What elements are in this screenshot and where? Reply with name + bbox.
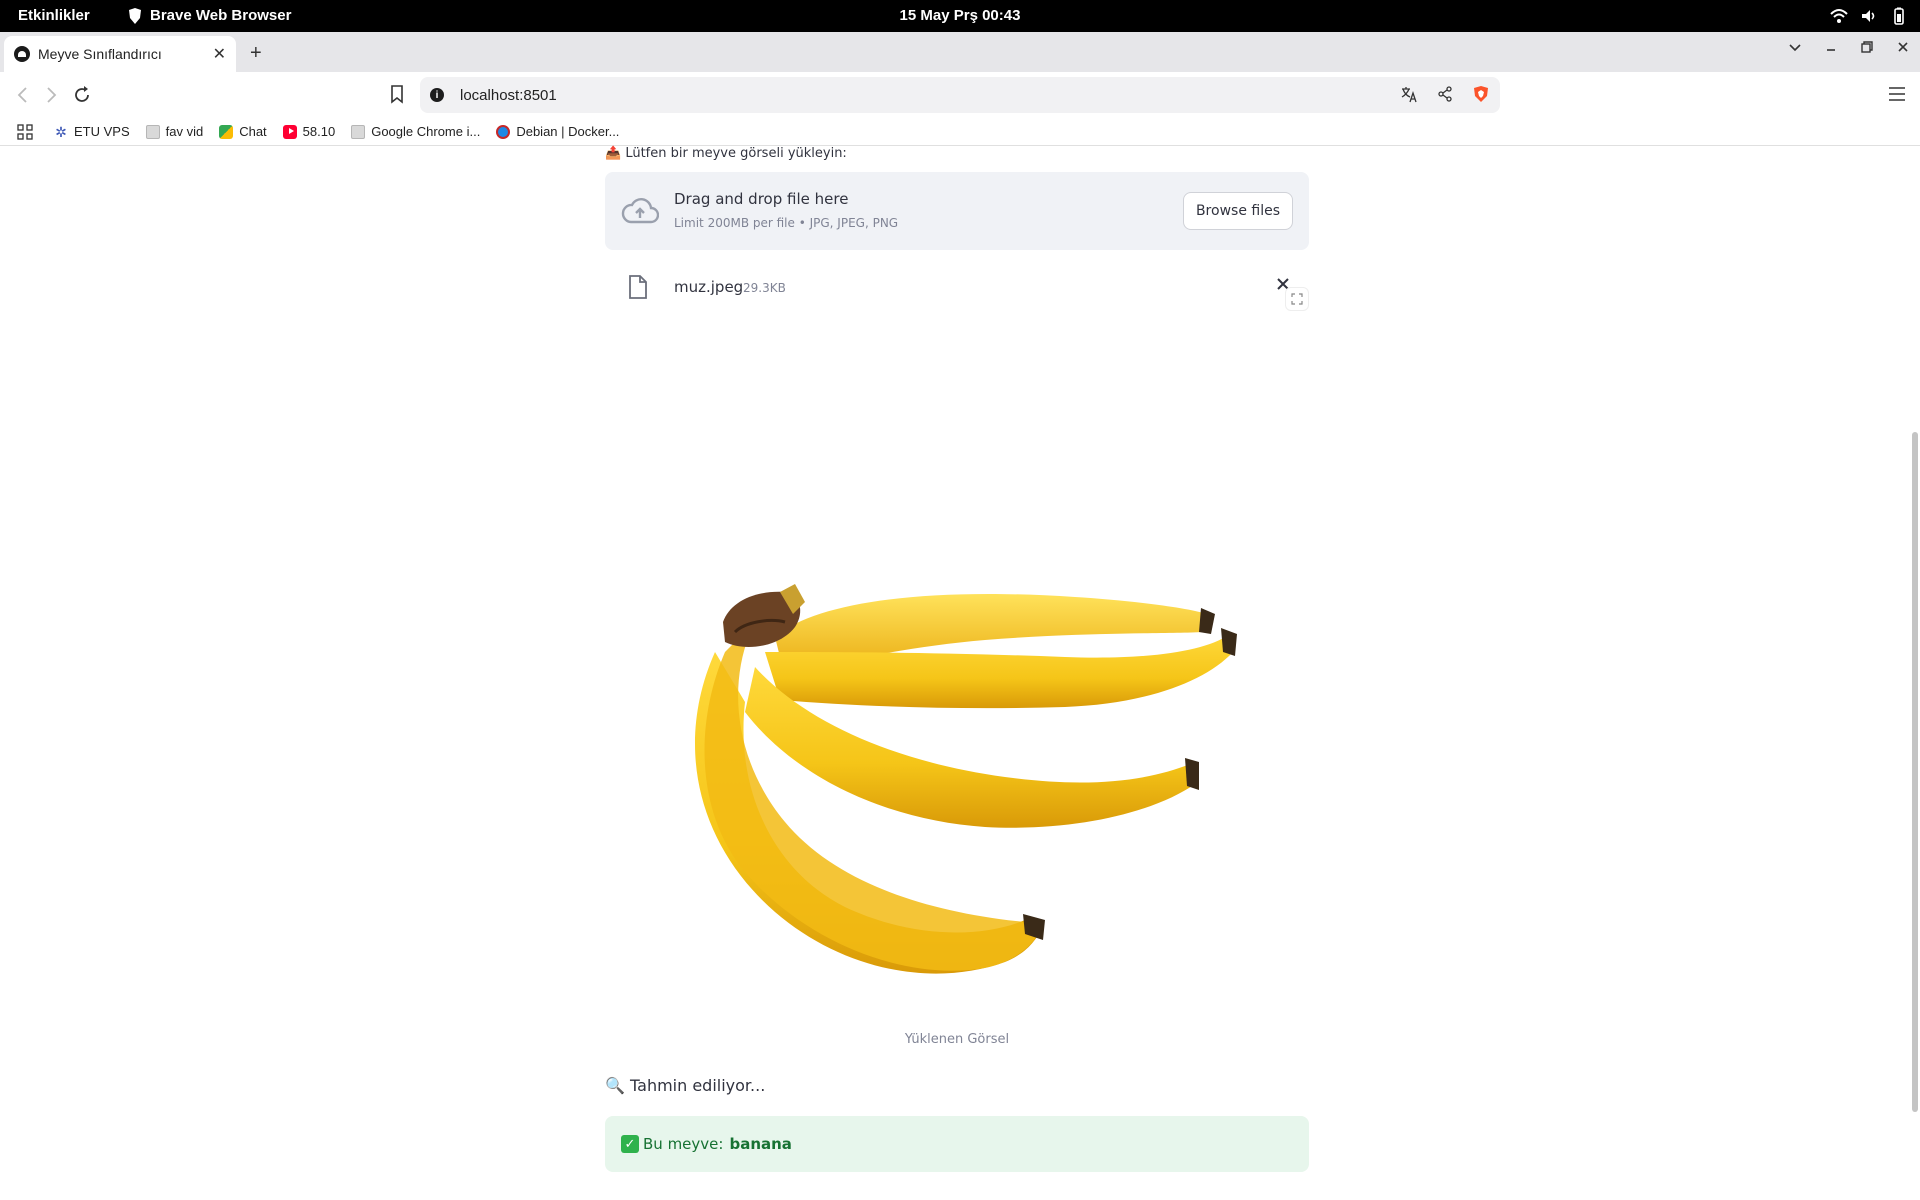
tab-meyve-siniflandirici[interactable]: Meyve Sınıflandırıcı ✕ [4, 36, 236, 72]
youtube-icon [282, 124, 297, 139]
system-top-bar: Etkinlikler Brave Web Browser 15 May Prş… [0, 0, 1920, 32]
success-alert: ✓ Bu meyve: banana [605, 1116, 1309, 1172]
check-mark-icon: ✓ [621, 1135, 639, 1153]
uploader-label: 📤 Lütfen bir meyve görseli yükleyin: [605, 146, 847, 161]
hamburger-menu-icon[interactable] [1888, 86, 1906, 102]
system-tray[interactable] [1830, 7, 1908, 25]
tab-search-chevron-icon[interactable] [1788, 40, 1802, 54]
file-dropzone[interactable]: Drag and drop file here Limit 200MB per … [605, 172, 1309, 250]
etu-icon: ✲ [55, 123, 67, 140]
tab-strip: Meyve Sınıflandırıcı ✕ + [0, 32, 1920, 72]
browse-files-button[interactable]: Browse files [1182, 192, 1293, 230]
prediction-status: 🔍 Tahmin ediliyor... [605, 1076, 766, 1095]
file-icon [629, 275, 647, 299]
file-size: 29.3KB [743, 281, 786, 295]
result-prefix: Bu meyve: [643, 1135, 724, 1153]
bookmark-label: Google Chrome i... [371, 124, 481, 139]
bookmark-google-chrome-folder[interactable]: Google Chrome i... [351, 124, 480, 139]
apps-grid-icon[interactable] [16, 123, 34, 141]
close-window-icon[interactable] [1896, 40, 1910, 54]
window-controls [1788, 40, 1910, 54]
reload-icon[interactable] [71, 84, 93, 106]
restore-icon[interactable] [1860, 40, 1874, 54]
bookmark-debian-docker[interactable]: Debian | Docker... [496, 124, 619, 139]
expand-icon [1291, 293, 1303, 305]
streamlit-favicon-icon [14, 46, 30, 62]
bookmark-icon[interactable] [388, 84, 406, 104]
bookmark-label: fav vid [165, 124, 204, 139]
cloud-upload-icon [621, 198, 659, 224]
wifi-icon [1830, 9, 1848, 23]
brave-shields-icon[interactable] [1472, 85, 1490, 103]
battery-icon [1894, 7, 1904, 25]
folder-icon [351, 124, 366, 139]
address-bar-tools [1400, 85, 1490, 103]
page-scrollbar[interactable] [1908, 146, 1920, 1200]
file-name: muz.jpeg [674, 278, 744, 296]
dropzone-limit: Limit 200MB per file • JPG, JPEG, PNG [674, 216, 899, 230]
bookmark-label: ETU VPS [74, 124, 130, 139]
bookmarks-bar: ✲ ETU VPS fav vid Chat 58.10 Google Chro… [0, 118, 1920, 146]
bookmark-label: Debian | Docker... [516, 124, 620, 139]
site-info-icon[interactable]: i [430, 88, 444, 102]
share-icon[interactable] [1436, 85, 1454, 103]
address-bar[interactable]: i localhost:8501 [420, 77, 1500, 113]
back-arrow-icon[interactable] [12, 84, 34, 106]
tab-title: Meyve Sınıflandırıcı [38, 46, 162, 62]
chat-icon [219, 124, 234, 139]
debian-icon [496, 124, 511, 139]
image-caption: Yüklenen Görsel [904, 1032, 1010, 1047]
uploaded-image [605, 322, 1309, 1020]
tab-close-icon[interactable]: ✕ [213, 44, 226, 64]
browser-toolbar: i localhost:8501 [0, 72, 1920, 118]
clock[interactable]: 15 May Prş 00:43 [0, 7, 1920, 24]
bookmark-youtube[interactable]: 58.10 [282, 124, 336, 139]
dropzone-title: Drag and drop file here [674, 190, 849, 208]
bookmark-fav-vid[interactable]: fav vid [145, 124, 204, 139]
translate-icon[interactable] [1400, 85, 1418, 103]
folder-icon [145, 124, 160, 139]
scrollbar-thumb[interactable] [1912, 432, 1918, 1112]
result-value: banana [729, 1135, 792, 1153]
bookmark-chat[interactable]: Chat [219, 124, 267, 139]
new-tab-button[interactable]: + [250, 42, 262, 65]
bookmark-etu-vps[interactable]: ✲ ETU VPS [54, 124, 130, 139]
bookmark-label: Chat [239, 124, 267, 139]
volume-icon [1862, 10, 1875, 22]
forward-arrow-icon[interactable] [40, 84, 62, 106]
fullscreen-button[interactable] [1285, 287, 1309, 311]
minimize-icon[interactable] [1824, 40, 1838, 54]
uploaded-file-item: muz.jpeg 29.3KB [605, 266, 1309, 310]
url-text[interactable]: localhost:8501 [460, 87, 557, 104]
banana-bunch-image [695, 584, 1237, 974]
streamlit-page: 📤 Lütfen bir meyve görseli yükleyin: Dra… [0, 146, 1920, 1200]
bookmark-label: 58.10 [302, 124, 336, 139]
